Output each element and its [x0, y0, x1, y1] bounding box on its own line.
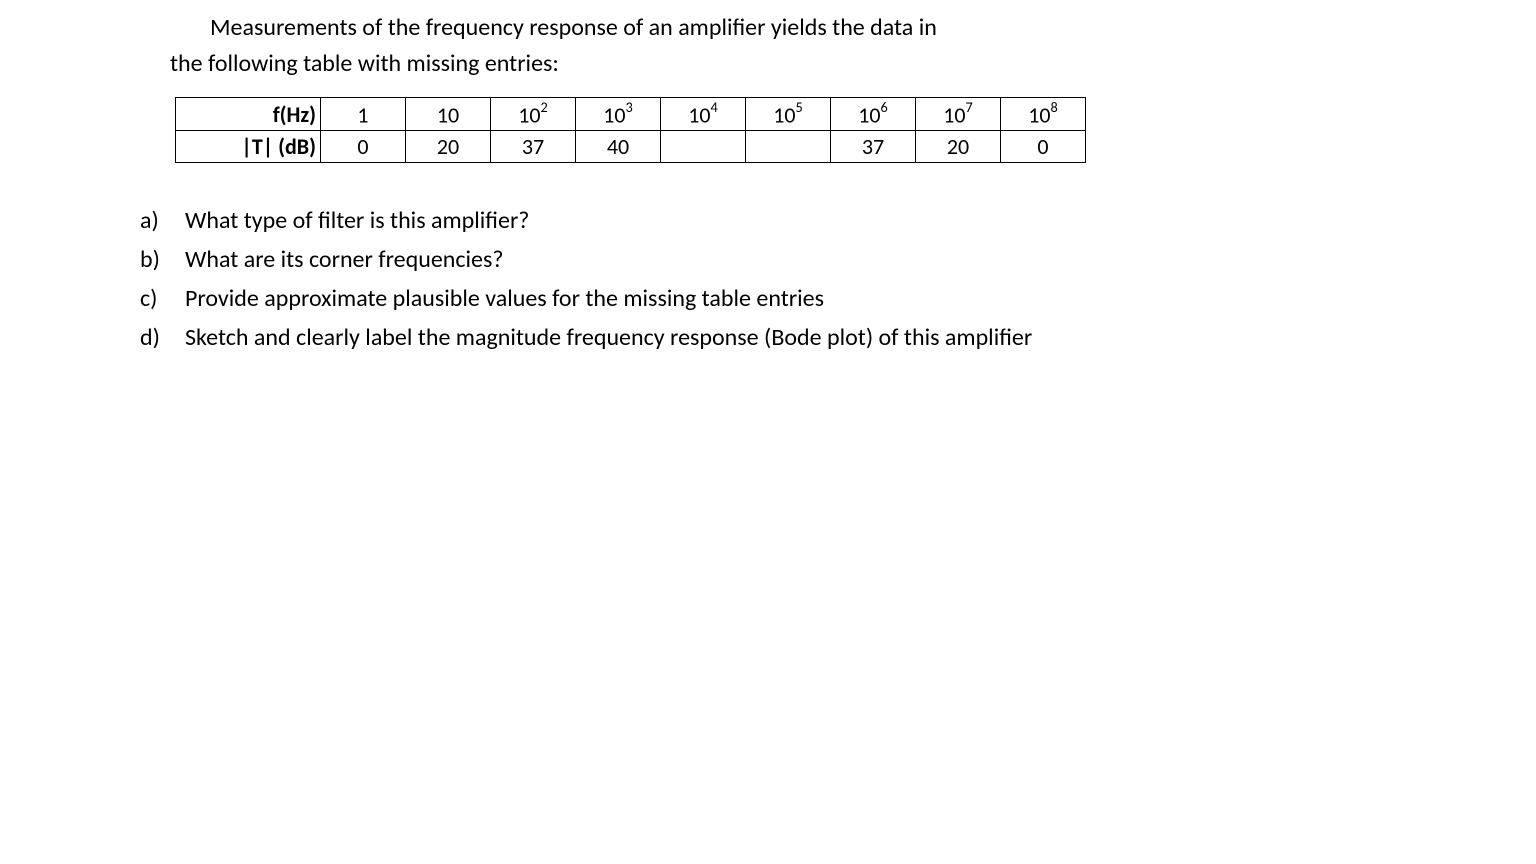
question-item: b) What are its corner frequencies?: [140, 242, 1516, 278]
mag-cell: 40: [576, 131, 661, 163]
mag-cell: 0: [321, 131, 406, 163]
mag-cell: [661, 131, 746, 163]
question-text: Provide approximate plausible values for…: [185, 281, 1516, 317]
question-text: Sketch and clearly label the magnitude f…: [185, 320, 1516, 356]
table-row-magnitude: |T| (dB) 0 20 37 40 37 20 0: [176, 131, 1086, 163]
mag-header-label: |T| (dB): [176, 131, 321, 163]
mag-cell: 20: [916, 131, 1001, 163]
freq-cell: 1: [321, 98, 406, 131]
freq-header-label: f(Hz): [176, 98, 321, 131]
questions-list: a) What type of filter is this amplifier…: [140, 203, 1516, 356]
question-text: What type of filter is this amplifier?: [185, 203, 1516, 239]
freq-cell: 102: [491, 98, 576, 131]
freq-cell: 108: [1001, 98, 1086, 131]
question-item: d) Sketch and clearly label the magnitud…: [140, 320, 1516, 356]
question-item: c) Provide approximate plausible values …: [140, 281, 1516, 317]
freq-cell: 104: [661, 98, 746, 131]
frequency-response-table: f(Hz) 1 10 102 103 104 105 106 107 108 |…: [175, 97, 1086, 163]
freq-cell: 105: [746, 98, 831, 131]
question-item: a) What type of filter is this amplifier…: [140, 203, 1516, 239]
question-letter: a): [140, 203, 185, 239]
freq-cell: 10: [406, 98, 491, 131]
mag-cell: 37: [491, 131, 576, 163]
intro-line-2: the following table with missing entries…: [170, 46, 1316, 82]
problem-intro: Measurements of the frequency response o…: [170, 10, 1316, 82]
mag-cell: 37: [831, 131, 916, 163]
mag-cell: 0: [1001, 131, 1086, 163]
mag-cell: [746, 131, 831, 163]
mag-cell: 20: [406, 131, 491, 163]
freq-cell: 106: [831, 98, 916, 131]
question-letter: d): [140, 320, 185, 356]
freq-cell: 103: [576, 98, 661, 131]
intro-line-1: Measurements of the frequency response o…: [170, 10, 1316, 46]
question-letter: b): [140, 242, 185, 278]
question-text: What are its corner frequencies?: [185, 242, 1516, 278]
freq-cell: 107: [916, 98, 1001, 131]
question-letter: c): [140, 281, 185, 317]
data-table-wrapper: f(Hz) 1 10 102 103 104 105 106 107 108 |…: [175, 97, 1516, 163]
table-row-frequency: f(Hz) 1 10 102 103 104 105 106 107 108: [176, 98, 1086, 131]
